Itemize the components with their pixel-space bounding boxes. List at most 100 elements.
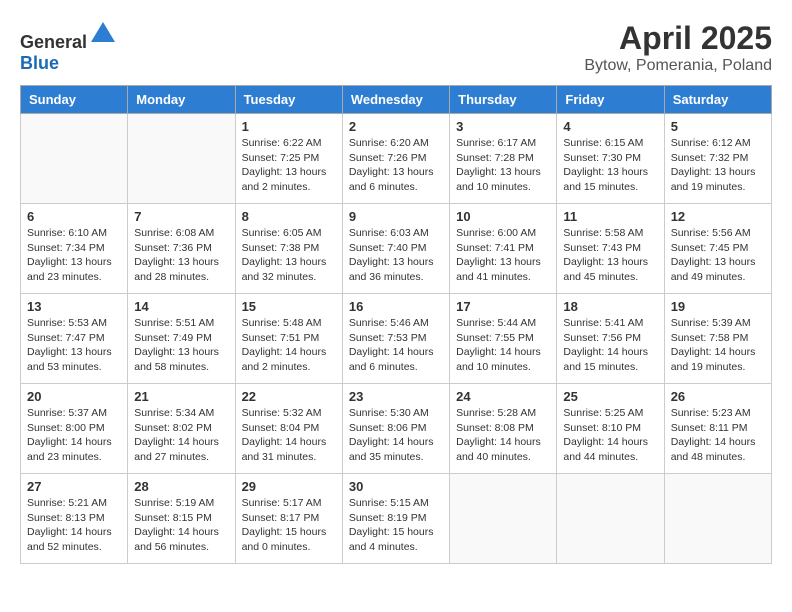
cell-content: Sunrise: 5:32 AMSunset: 8:04 PMDaylight:… bbox=[242, 406, 336, 465]
day-number: 20 bbox=[27, 389, 121, 404]
location-title: Bytow, Pomerania, Poland bbox=[584, 57, 772, 75]
day-number: 7 bbox=[134, 209, 228, 224]
calendar-cell bbox=[128, 114, 235, 204]
calendar-cell: 7 Sunrise: 6:08 AMSunset: 7:36 PMDaylight… bbox=[128, 204, 235, 294]
cell-content: Sunrise: 5:39 AMSunset: 7:58 PMDaylight:… bbox=[671, 316, 765, 375]
calendar-cell bbox=[664, 474, 771, 564]
logo: General Blue bbox=[20, 20, 117, 74]
day-number: 26 bbox=[671, 389, 765, 404]
calendar-cell: 6Sunrise: 6:10 AMSunset: 7:34 PMDaylight… bbox=[21, 204, 128, 294]
logo-general: General bbox=[20, 32, 87, 52]
day-number: 1 bbox=[242, 119, 336, 134]
title-area: April 2025 Bytow, Pomerania, Poland bbox=[584, 20, 772, 75]
calendar-cell bbox=[450, 474, 557, 564]
day-number: 17 bbox=[456, 299, 550, 314]
week-row-3: 13Sunrise: 5:53 AMSunset: 7:47 PMDayligh… bbox=[21, 294, 772, 384]
calendar-cell: 3Sunrise: 6:17 AMSunset: 7:28 PMDaylight… bbox=[450, 114, 557, 204]
day-number: 13 bbox=[27, 299, 121, 314]
day-number: 18 bbox=[563, 299, 657, 314]
calendar-cell: 12 Sunrise: 5:56 AMSunset: 7:45 PMDayligh… bbox=[664, 204, 771, 294]
cell-content: Sunrise: 5:25 AMSunset: 8:10 PMDaylight:… bbox=[563, 406, 657, 465]
calendar-cell: 2Sunrise: 6:20 AMSunset: 7:26 PMDaylight… bbox=[342, 114, 449, 204]
cell-content: Sunrise: 5:41 AMSunset: 7:56 PMDaylight:… bbox=[563, 316, 657, 375]
calendar-cell: 13Sunrise: 5:53 AMSunset: 7:47 PMDayligh… bbox=[21, 294, 128, 384]
week-row-2: 6Sunrise: 6:10 AMSunset: 7:34 PMDaylight… bbox=[21, 204, 772, 294]
day-number: 3 bbox=[456, 119, 550, 134]
day-number: 29 bbox=[242, 479, 336, 494]
cell-content: Sunrise: 5:28 AMSunset: 8:08 PMDaylight:… bbox=[456, 406, 550, 465]
cell-content: Sunrise: 5:46 AMSunset: 7:53 PMDaylight:… bbox=[349, 316, 443, 375]
cell-content: Sunrise: 6:12 AMSunset: 7:32 PMDaylight:… bbox=[671, 136, 765, 195]
day-number: 19 bbox=[671, 299, 765, 314]
calendar-cell: 16Sunrise: 5:46 AMSunset: 7:53 PMDayligh… bbox=[342, 294, 449, 384]
header-row: SundayMondayTuesdayWednesdayThursdayFrid… bbox=[21, 86, 772, 114]
cell-content: Sunrise: 5:58 AMSunset: 7:43 PMDaylight:… bbox=[563, 226, 657, 285]
cell-content: Sunrise: 5:30 AMSunset: 8:06 PMDaylight:… bbox=[349, 406, 443, 465]
calendar-cell bbox=[21, 114, 128, 204]
day-number: 27 bbox=[27, 479, 121, 494]
month-title: April 2025 bbox=[584, 20, 772, 57]
day-number: 22 bbox=[242, 389, 336, 404]
week-row-1: 1 Sunrise: 6:22 AMSunset: 7:25 PMDaylight… bbox=[21, 114, 772, 204]
day-header-friday: Friday bbox=[557, 86, 664, 114]
calendar-cell: 20 Sunrise: 5:37 AMSunset: 8:00 PMDayligh… bbox=[21, 384, 128, 474]
day-header-saturday: Saturday bbox=[664, 86, 771, 114]
logo-blue: Blue bbox=[20, 53, 59, 73]
calendar-cell: 1 Sunrise: 6:22 AMSunset: 7:25 PMDaylight… bbox=[235, 114, 342, 204]
day-number: 10 bbox=[456, 209, 550, 224]
cell-content: Sunrise: 6:15 AMSunset: 7:30 PMDaylight:… bbox=[563, 136, 657, 195]
cell-content: Sunrise: 5:51 AMSunset: 7:49 PMDaylight:… bbox=[134, 316, 228, 375]
calendar-cell: 15 Sunrise: 5:48 AMSunset: 7:51 PMDayligh… bbox=[235, 294, 342, 384]
day-number: 14 bbox=[134, 299, 228, 314]
cell-content: Sunrise: 5:48 AMSunset: 7:51 PMDaylight:… bbox=[242, 316, 336, 375]
calendar-table: SundayMondayTuesdayWednesdayThursdayFrid… bbox=[20, 85, 772, 564]
day-header-sunday: Sunday bbox=[21, 86, 128, 114]
cell-content: Sunrise: 6:00 AMSunset: 7:41 PMDaylight:… bbox=[456, 226, 550, 285]
cell-content: Sunrise: 5:37 AMSunset: 8:00 PMDaylight:… bbox=[27, 406, 121, 465]
day-number: 25 bbox=[563, 389, 657, 404]
day-header-thursday: Thursday bbox=[450, 86, 557, 114]
cell-content: Sunrise: 6:05 AMSunset: 7:38 PMDaylight:… bbox=[242, 226, 336, 285]
cell-content: Sunrise: 5:34 AMSunset: 8:02 PMDaylight:… bbox=[134, 406, 228, 465]
cell-content: Sunrise: 5:15 AMSunset: 8:19 PMDaylight:… bbox=[349, 496, 443, 555]
day-number: 21 bbox=[134, 389, 228, 404]
cell-content: Sunrise: 5:44 AMSunset: 7:55 PMDaylight:… bbox=[456, 316, 550, 375]
header: General Blue April 2025 Bytow, Pomerania… bbox=[20, 20, 772, 75]
day-number: 8 bbox=[242, 209, 336, 224]
cell-content: Sunrise: 6:08 AMSunset: 7:36 PMDaylight:… bbox=[134, 226, 228, 285]
calendar-cell: 9Sunrise: 6:03 AMSunset: 7:40 PMDaylight… bbox=[342, 204, 449, 294]
day-number: 15 bbox=[242, 299, 336, 314]
calendar-cell: 21 Sunrise: 5:34 AMSunset: 8:02 PMDayligh… bbox=[128, 384, 235, 474]
calendar-cell: 19 Sunrise: 5:39 AMSunset: 7:58 PMDayligh… bbox=[664, 294, 771, 384]
day-header-wednesday: Wednesday bbox=[342, 86, 449, 114]
week-row-4: 20 Sunrise: 5:37 AMSunset: 8:00 PMDayligh… bbox=[21, 384, 772, 474]
cell-content: Sunrise: 5:21 AMSunset: 8:13 PMDaylight:… bbox=[27, 496, 121, 555]
day-number: 24 bbox=[456, 389, 550, 404]
cell-content: Sunrise: 5:56 AMSunset: 7:45 PMDaylight:… bbox=[671, 226, 765, 285]
day-number: 6 bbox=[27, 209, 121, 224]
week-row-5: 27 Sunrise: 5:21 AMSunset: 8:13 PMDayligh… bbox=[21, 474, 772, 564]
calendar-cell: 23 Sunrise: 5:30 AMSunset: 8:06 PMDayligh… bbox=[342, 384, 449, 474]
calendar-cell: 14 Sunrise: 5:51 AMSunset: 7:49 PMDayligh… bbox=[128, 294, 235, 384]
calendar-cell: 27 Sunrise: 5:21 AMSunset: 8:13 PMDayligh… bbox=[21, 474, 128, 564]
day-number: 23 bbox=[349, 389, 443, 404]
calendar-cell: 4Sunrise: 6:15 AMSunset: 7:30 PMDaylight… bbox=[557, 114, 664, 204]
calendar-cell: 5 Sunrise: 6:12 AMSunset: 7:32 PMDaylight… bbox=[664, 114, 771, 204]
calendar-cell: 26Sunrise: 5:23 AMSunset: 8:11 PMDayligh… bbox=[664, 384, 771, 474]
calendar-cell: 28Sunrise: 5:19 AMSunset: 8:15 PMDayligh… bbox=[128, 474, 235, 564]
calendar-cell bbox=[557, 474, 664, 564]
calendar-cell: 29 Sunrise: 5:17 AMSunset: 8:17 PMDayligh… bbox=[235, 474, 342, 564]
day-number: 30 bbox=[349, 479, 443, 494]
calendar-cell: 10 Sunrise: 6:00 AMSunset: 7:41 PMDayligh… bbox=[450, 204, 557, 294]
day-number: 5 bbox=[671, 119, 765, 134]
calendar-cell: 11Sunrise: 5:58 AMSunset: 7:43 PMDayligh… bbox=[557, 204, 664, 294]
cell-content: Sunrise: 6:22 AMSunset: 7:25 PMDaylight:… bbox=[242, 136, 336, 195]
cell-content: Sunrise: 5:17 AMSunset: 8:17 PMDaylight:… bbox=[242, 496, 336, 555]
day-number: 28 bbox=[134, 479, 228, 494]
calendar-cell: 8 Sunrise: 6:05 AMSunset: 7:38 PMDaylight… bbox=[235, 204, 342, 294]
calendar-cell: 22 Sunrise: 5:32 AMSunset: 8:04 PMDayligh… bbox=[235, 384, 342, 474]
logo-icon bbox=[89, 20, 117, 48]
day-number: 12 bbox=[671, 209, 765, 224]
day-header-monday: Monday bbox=[128, 86, 235, 114]
calendar-cell: 30 Sunrise: 5:15 AMSunset: 8:19 PMDayligh… bbox=[342, 474, 449, 564]
